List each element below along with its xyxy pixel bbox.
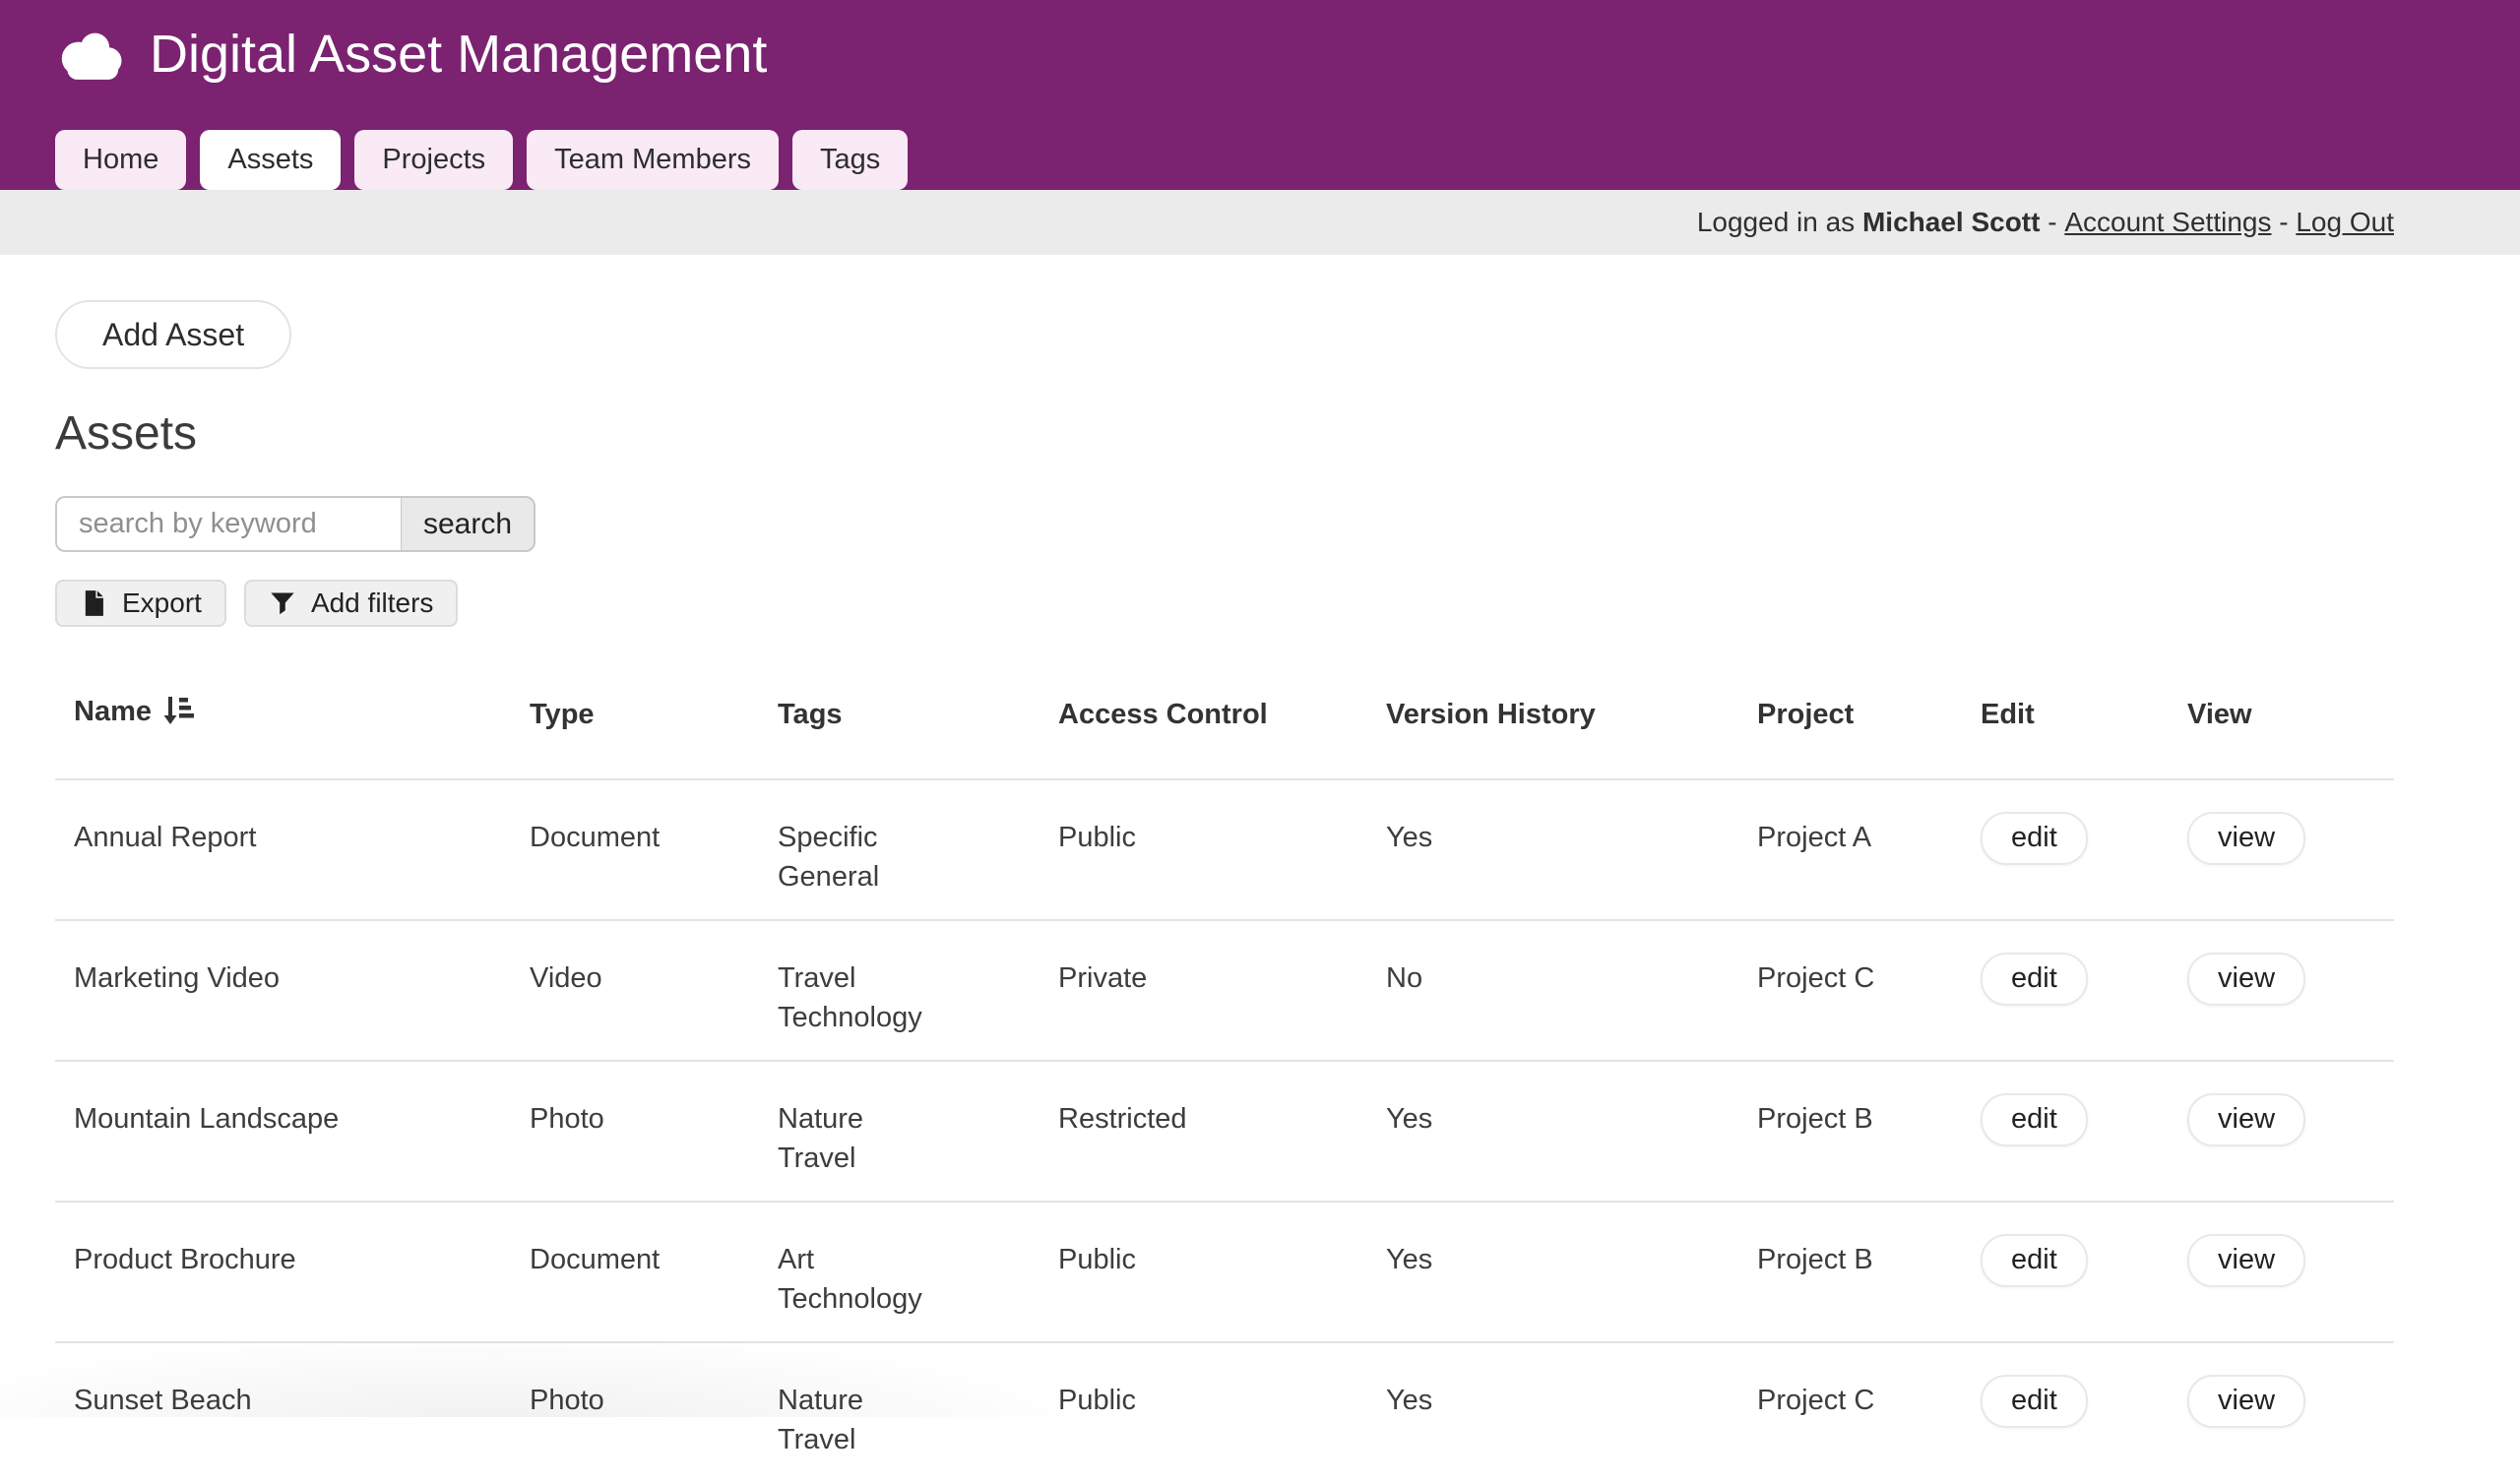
asset-type: Document <box>530 1202 778 1342</box>
tab-assets[interactable]: Assets <box>200 130 341 190</box>
column-header-type: Type <box>530 666 778 779</box>
asset-access-control: Public <box>1058 1342 1386 1483</box>
search-bar: search <box>55 496 2520 552</box>
column-header-access-control: Access Control <box>1058 666 1386 779</box>
log-out-link[interactable]: Log Out <box>2296 207 2394 238</box>
asset-tags: Art Technology <box>778 1202 1058 1342</box>
add-asset-button[interactable]: Add Asset <box>55 300 291 369</box>
edit-button[interactable]: edit <box>1981 1375 2088 1428</box>
view-button[interactable]: view <box>2187 1234 2305 1287</box>
asset-tags: Specific General <box>778 779 1058 920</box>
tag: Art <box>778 1240 1048 1279</box>
column-header-view: View <box>2187 666 2394 779</box>
tag: Travel <box>778 1420 1048 1459</box>
filter-icon <box>269 589 296 617</box>
search-button[interactable]: search <box>402 496 536 552</box>
column-header-name[interactable]: Name <box>55 666 530 779</box>
asset-access-control: Private <box>1058 920 1386 1061</box>
assets-table: Name Type Tags Access Control Version Hi… <box>55 666 2394 1483</box>
asset-version-history: Yes <box>1386 1342 1757 1483</box>
asset-project: Project B <box>1757 1202 1981 1342</box>
brand: Digital Asset Management <box>0 0 2520 89</box>
asset-name: Mountain Landscape <box>55 1061 530 1202</box>
asset-name: Sunset Beach <box>55 1342 530 1483</box>
search-input[interactable] <box>55 496 402 552</box>
tag: Nature <box>778 1381 1048 1420</box>
username: Michael Scott <box>1862 207 2040 238</box>
table-header-row: Name Type Tags Access Control Version Hi… <box>55 666 2394 779</box>
tab-home[interactable]: Home <box>55 130 186 190</box>
asset-name: Marketing Video <box>55 920 530 1061</box>
table-row: Mountain Landscape Photo Nature Travel R… <box>55 1061 2394 1202</box>
separator: - <box>2040 207 2064 238</box>
edit-button[interactable]: edit <box>1981 1234 2088 1287</box>
sort-descending-icon[interactable] <box>161 703 195 734</box>
asset-tags: Nature Travel <box>778 1061 1058 1202</box>
tab-tags[interactable]: Tags <box>792 130 908 190</box>
cloud-icon <box>55 28 126 81</box>
tag: Specific <box>778 818 1048 857</box>
asset-access-control: Restricted <box>1058 1061 1386 1202</box>
tag: Travel <box>778 958 1048 998</box>
table-row: Annual Report Document Specific General … <box>55 779 2394 920</box>
asset-name: Annual Report <box>55 779 530 920</box>
account-settings-link[interactable]: Account Settings <box>2064 207 2271 238</box>
asset-tags: Nature Travel <box>778 1342 1058 1483</box>
column-header-project: Project <box>1757 666 1981 779</box>
table-row: Sunset Beach Photo Nature Travel Public … <box>55 1342 2394 1483</box>
asset-access-control: Public <box>1058 779 1386 920</box>
table-row: Product Brochure Document Art Technology… <box>55 1202 2394 1342</box>
user-bar: Logged in as Michael Scott - Account Set… <box>0 190 2520 255</box>
app-title: Digital Asset Management <box>150 20 767 89</box>
asset-version-history: No <box>1386 920 1757 1061</box>
main-content: Add Asset Assets search Export Add filte… <box>0 255 2520 1483</box>
page-title: Assets <box>55 406 2520 461</box>
asset-project: Project C <box>1757 920 1981 1061</box>
export-button[interactable]: Export <box>55 580 226 627</box>
separator: - <box>2271 207 2296 238</box>
column-header-version-history: Version History <box>1386 666 1757 779</box>
asset-version-history: Yes <box>1386 1061 1757 1202</box>
main-nav: Home Assets Projects Team Members Tags <box>55 130 908 190</box>
add-filters-label: Add filters <box>311 587 434 619</box>
logged-in-label: Logged in as <box>1697 207 1862 238</box>
file-icon <box>80 589 107 617</box>
tab-team-members[interactable]: Team Members <box>527 130 779 190</box>
view-button[interactable]: view <box>2187 1093 2305 1146</box>
asset-access-control: Public <box>1058 1202 1386 1342</box>
app-header: Digital Asset Management Home Assets Pro… <box>0 0 2520 190</box>
view-button[interactable]: view <box>2187 953 2305 1006</box>
edit-button[interactable]: edit <box>1981 812 2088 865</box>
column-header-edit: Edit <box>1981 666 2187 779</box>
asset-version-history: Yes <box>1386 779 1757 920</box>
asset-project: Project A <box>1757 779 1981 920</box>
tag: General <box>778 857 1048 896</box>
tag: Nature <box>778 1099 1048 1139</box>
export-label: Export <box>122 587 202 619</box>
edit-button[interactable]: edit <box>1981 953 2088 1006</box>
add-filters-button[interactable]: Add filters <box>244 580 459 627</box>
view-button[interactable]: view <box>2187 812 2305 865</box>
tab-projects[interactable]: Projects <box>354 130 513 190</box>
tag: Travel <box>778 1139 1048 1178</box>
asset-version-history: Yes <box>1386 1202 1757 1342</box>
asset-type: Document <box>530 779 778 920</box>
table-row: Marketing Video Video Travel Technology … <box>55 920 2394 1061</box>
asset-type: Photo <box>530 1342 778 1483</box>
asset-name: Product Brochure <box>55 1202 530 1342</box>
asset-project: Project C <box>1757 1342 1981 1483</box>
asset-type: Photo <box>530 1061 778 1202</box>
tag: Technology <box>778 998 1048 1037</box>
asset-project: Project B <box>1757 1061 1981 1202</box>
view-button[interactable]: view <box>2187 1375 2305 1428</box>
toolbar: Export Add filters <box>55 580 2520 627</box>
column-header-tags: Tags <box>778 666 1058 779</box>
tag: Technology <box>778 1279 1048 1319</box>
asset-tags: Travel Technology <box>778 920 1058 1061</box>
edit-button[interactable]: edit <box>1981 1093 2088 1146</box>
asset-type: Video <box>530 920 778 1061</box>
